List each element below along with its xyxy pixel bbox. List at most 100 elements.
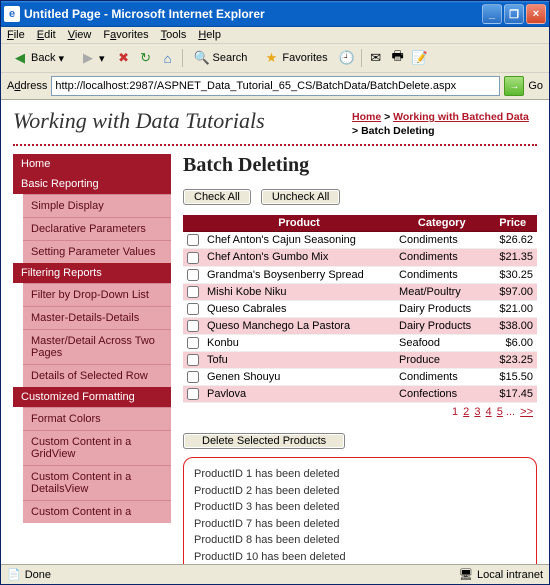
cell-price: $21.35 bbox=[488, 249, 537, 266]
address-label: Address bbox=[7, 80, 47, 92]
row-checkbox[interactable] bbox=[187, 252, 199, 264]
history-icon[interactable]: 🕘 bbox=[339, 50, 355, 66]
close-button[interactable]: × bbox=[526, 4, 546, 24]
row-checkbox[interactable] bbox=[187, 303, 199, 315]
window-title: Untitled Page - Microsoft Internet Explo… bbox=[24, 7, 482, 21]
cell-category: Condiments bbox=[395, 232, 488, 249]
menu-view[interactable]: View bbox=[68, 29, 92, 41]
sidebar-item[interactable]: Setting Parameter Values bbox=[23, 240, 171, 263]
sidebar-item[interactable]: Customized Formatting bbox=[13, 387, 171, 407]
cell-price: $38.00 bbox=[488, 317, 537, 334]
cell-category: Confections bbox=[395, 386, 488, 403]
result-messages: ProductID 1 has been deletedProductID 2 … bbox=[183, 457, 537, 564]
pager-link[interactable]: 5 bbox=[497, 406, 503, 418]
refresh-icon[interactable]: ↻ bbox=[138, 50, 154, 66]
pager-link[interactable]: 3 bbox=[474, 406, 480, 418]
page-icon: 📄 bbox=[7, 568, 21, 581]
uncheck-all-button[interactable]: Uncheck All bbox=[261, 189, 340, 205]
sidebar-item[interactable]: Declarative Parameters bbox=[23, 217, 171, 240]
search-button[interactable]: 🔍Search bbox=[189, 47, 253, 69]
row-checkbox[interactable] bbox=[187, 371, 199, 383]
row-checkbox[interactable] bbox=[187, 269, 199, 281]
products-grid: Product Category Price Chef Anton's Caju… bbox=[183, 215, 537, 403]
row-checkbox[interactable] bbox=[187, 354, 199, 366]
pager-next[interactable]: >> bbox=[520, 406, 533, 418]
cell-category: Dairy Products bbox=[395, 317, 488, 334]
row-checkbox[interactable] bbox=[187, 286, 199, 298]
col-category: Category bbox=[395, 215, 488, 232]
statusbar: 📄 Done 🖥 Local intranet bbox=[1, 564, 549, 584]
menu-edit[interactable]: Edit bbox=[37, 29, 56, 41]
sidebar-item[interactable]: Basic Reporting bbox=[13, 174, 171, 194]
sidebar-item[interactable]: Filtering Reports bbox=[13, 263, 171, 283]
favorites-button[interactable]: ★Favorites bbox=[258, 47, 332, 69]
cell-category: Condiments bbox=[395, 249, 488, 266]
row-checkbox[interactable] bbox=[187, 337, 199, 349]
row-checkbox[interactable] bbox=[187, 388, 199, 400]
mail-icon[interactable]: ✉ bbox=[368, 50, 384, 66]
browser-window: e Untitled Page - Microsoft Internet Exp… bbox=[0, 0, 550, 585]
minimize-button[interactable]: _ bbox=[482, 4, 502, 24]
sidebar-item[interactable]: Master/Detail Across Two Pages bbox=[23, 329, 171, 364]
cell-category: Condiments bbox=[395, 369, 488, 386]
main-heading: Batch Deleting bbox=[183, 154, 537, 177]
cell-category: Condiments bbox=[395, 266, 488, 283]
print-icon[interactable]: 🖶 bbox=[390, 50, 406, 66]
table-row: Genen ShouyuCondiments$15.50 bbox=[183, 369, 537, 386]
window-buttons: _ ❐ × bbox=[482, 4, 546, 24]
col-product: Product bbox=[203, 215, 395, 232]
address-bar: Address → Go bbox=[1, 73, 549, 100]
sidebar: HomeBasic ReportingSimple DisplayDeclara… bbox=[13, 154, 171, 564]
breadcrumb-home[interactable]: Home bbox=[352, 111, 381, 123]
table-row: Grandma's Boysenberry SpreadCondiments$3… bbox=[183, 266, 537, 283]
cell-price: $26.62 bbox=[488, 232, 537, 249]
edit-icon[interactable]: 📝 bbox=[412, 50, 428, 66]
sidebar-item[interactable]: Custom Content in a GridView bbox=[23, 430, 171, 465]
cell-product: Tofu bbox=[203, 352, 395, 369]
go-button[interactable]: → bbox=[504, 76, 524, 96]
titlebar: e Untitled Page - Microsoft Internet Exp… bbox=[1, 1, 549, 27]
pager-link[interactable]: 4 bbox=[486, 406, 492, 418]
cell-category: Meat/Poultry bbox=[395, 283, 488, 300]
delete-selected-button[interactable]: Delete Selected Products bbox=[183, 433, 345, 449]
menu-file[interactable]: File bbox=[7, 29, 25, 41]
col-check bbox=[183, 215, 203, 232]
table-row: KonbuSeafood$6.00 bbox=[183, 334, 537, 351]
menu-tools[interactable]: Tools bbox=[161, 29, 187, 41]
sidebar-item[interactable]: Simple Display bbox=[23, 194, 171, 217]
go-label: Go bbox=[528, 80, 543, 92]
result-line: ProductID 7 has been deleted bbox=[194, 516, 526, 533]
cell-price: $30.25 bbox=[488, 266, 537, 283]
row-checkbox[interactable] bbox=[187, 320, 199, 332]
dropdown-icon: ▾ bbox=[99, 52, 105, 65]
check-all-button[interactable]: Check All bbox=[183, 189, 251, 205]
pager-link[interactable]: 2 bbox=[463, 406, 469, 418]
sidebar-item[interactable]: Master-Details-Details bbox=[23, 306, 171, 329]
status-right: Local intranet bbox=[477, 569, 543, 581]
sidebar-item[interactable]: Custom Content in a bbox=[23, 500, 171, 523]
menu-favorites[interactable]: Favorites bbox=[103, 29, 148, 41]
forward-button[interactable]: ▶▾ bbox=[75, 47, 110, 69]
sidebar-item[interactable]: Home bbox=[13, 154, 171, 174]
address-input[interactable] bbox=[51, 76, 500, 96]
sidebar-item[interactable]: Format Colors bbox=[23, 407, 171, 430]
back-button[interactable]: ◀Back ▾ bbox=[7, 47, 69, 69]
table-row: PavlovaConfections$17.45 bbox=[183, 386, 537, 403]
col-price: Price bbox=[488, 215, 537, 232]
home-icon[interactable]: ⌂ bbox=[160, 50, 176, 66]
cell-price: $97.00 bbox=[488, 283, 537, 300]
row-checkbox[interactable] bbox=[187, 234, 199, 246]
stop-icon[interactable]: ✖ bbox=[116, 50, 132, 66]
restore-button[interactable]: ❐ bbox=[504, 4, 524, 24]
status-left: Done bbox=[25, 569, 51, 581]
sidebar-item[interactable]: Custom Content in a DetailsView bbox=[23, 465, 171, 500]
separator bbox=[182, 49, 183, 67]
sidebar-item[interactable]: Filter by Drop-Down List bbox=[23, 283, 171, 306]
menu-help[interactable]: Help bbox=[198, 29, 221, 41]
sidebar-item[interactable]: Details of Selected Row bbox=[23, 364, 171, 387]
content-area: Home > Working with Batched Data > Batch… bbox=[1, 100, 549, 564]
breadcrumb-section[interactable]: Working with Batched Data bbox=[393, 111, 529, 123]
check-buttons: Check All Uncheck All bbox=[183, 189, 537, 205]
back-icon: ◀ bbox=[12, 50, 28, 66]
cell-category: Seafood bbox=[395, 334, 488, 351]
